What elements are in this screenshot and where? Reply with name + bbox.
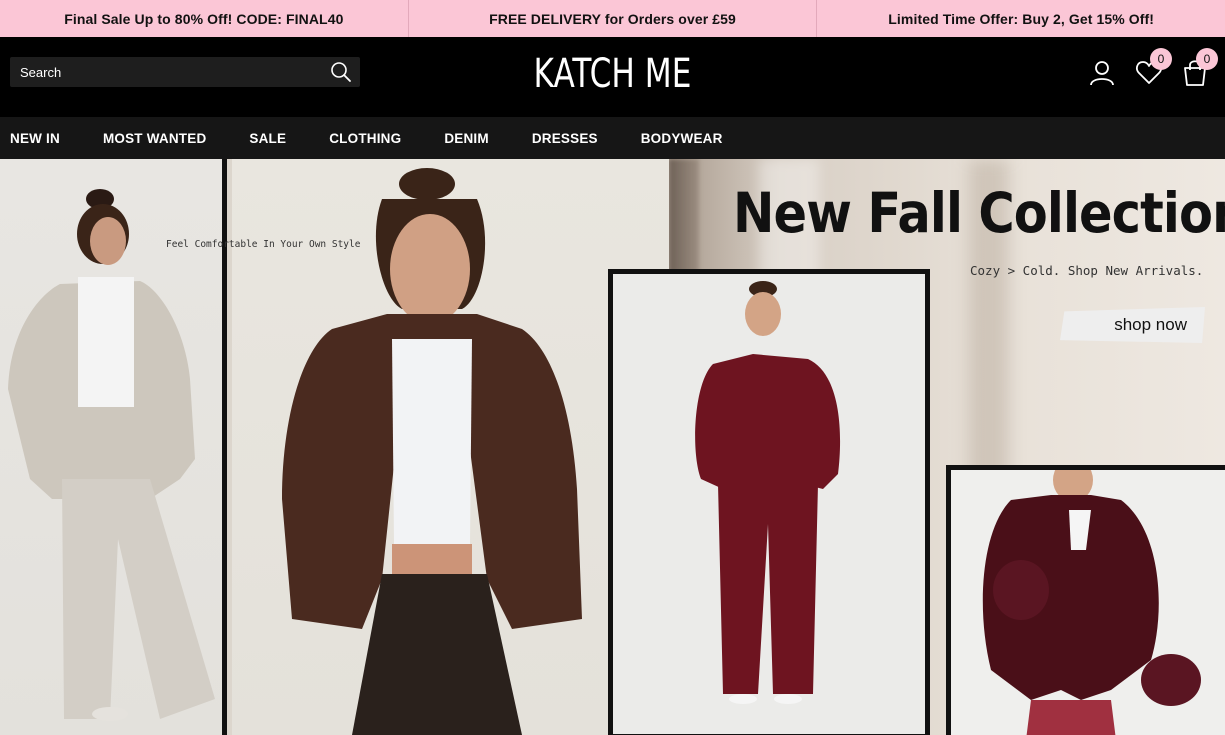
hero-subtitle: Cozy > Cold. Shop New Arrivals.: [970, 263, 1204, 278]
promo-item-offer[interactable]: Limited Time Offer: Buy 2, Get 15% Off!: [817, 0, 1225, 37]
nav-item-dresses[interactable]: DRESSES: [532, 131, 598, 146]
hero-banner[interactable]: Feel Comfortable In Your Own Style New F…: [0, 159, 1225, 735]
model-photo-burgundy-coat: [946, 465, 1225, 735]
promo-bar: Final Sale Up to 80% Off! CODE: FINAL40 …: [0, 0, 1225, 37]
nav-item-sale[interactable]: SALE: [249, 131, 286, 146]
main-nav: NEW IN MOST WANTED SALE CLOTHING DENIM D…: [0, 117, 1225, 159]
site-header: KATCH ME 0 0: [0, 37, 1225, 117]
nav-item-denim[interactable]: DENIM: [444, 131, 489, 146]
promo-item-delivery[interactable]: FREE DELIVERY for Orders over £59: [409, 0, 818, 37]
wishlist-count-badge: 0: [1150, 48, 1172, 70]
nav-item-bodywear[interactable]: BODYWEAR: [641, 131, 723, 146]
nav-item-new-in[interactable]: NEW IN: [10, 131, 60, 146]
nav-item-clothing[interactable]: CLOTHING: [329, 131, 401, 146]
site-logo[interactable]: KATCH ME: [135, 51, 1091, 97]
hero-tagline: Feel Comfortable In Your Own Style: [166, 239, 361, 250]
nav-item-most-wanted[interactable]: MOST WANTED: [103, 131, 206, 146]
model-photo-burgundy-set: [608, 269, 930, 735]
cart-count-badge: 0: [1196, 48, 1218, 70]
promo-item-sale[interactable]: Final Sale Up to 80% Off! CODE: FINAL40: [0, 0, 409, 37]
hero-title: New Fall Collection: [733, 181, 1225, 245]
shop-now-button[interactable]: shop now: [1060, 307, 1205, 343]
account-icon[interactable]: [1087, 58, 1117, 88]
